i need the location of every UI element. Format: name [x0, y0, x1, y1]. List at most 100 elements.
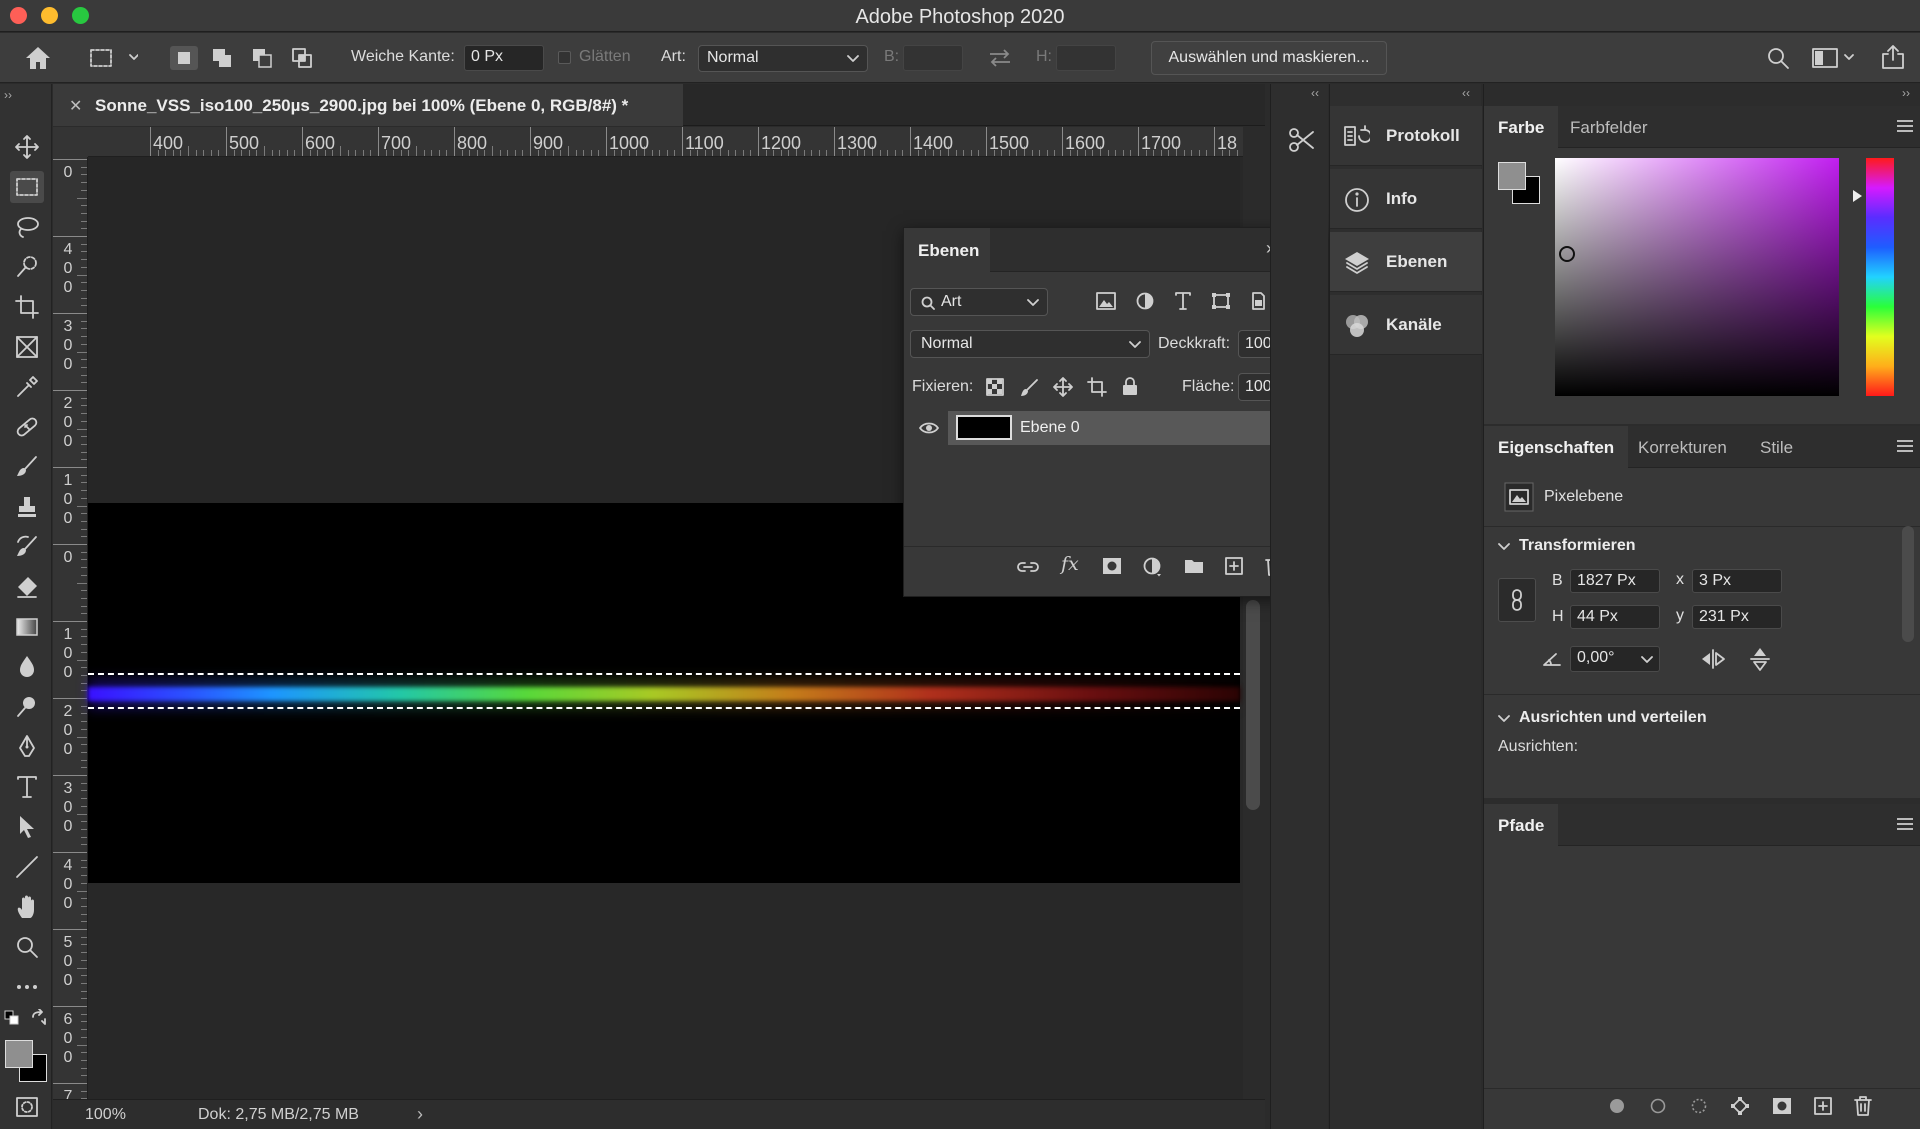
- chevron-down-icon[interactable]: [1498, 542, 1510, 552]
- frame-tool-icon[interactable]: [10, 331, 44, 363]
- clone-stamp-tool-icon[interactable]: [10, 491, 44, 523]
- width-field[interactable]: 1827 Px: [1570, 569, 1660, 593]
- brush-tool-icon[interactable]: [10, 451, 44, 483]
- quick-mask-icon[interactable]: [10, 1091, 44, 1123]
- flip-vertical-icon[interactable]: [1750, 646, 1770, 672]
- panel-button-protokoll[interactable]: Protokoll: [1330, 106, 1482, 166]
- search-icon[interactable]: [1766, 46, 1790, 70]
- align-section-title[interactable]: Ausrichten und verteilen: [1519, 709, 1707, 727]
- tab-farbfelder[interactable]: Farbfelder: [1556, 106, 1661, 148]
- close-document-icon[interactable]: ✕: [69, 96, 82, 116]
- tab-stile[interactable]: Stile: [1746, 426, 1807, 468]
- antialias-checkbox[interactable]: [558, 51, 571, 64]
- add-mask-icon[interactable]: [1772, 1097, 1792, 1115]
- fx-icon[interactable]: fx: [1061, 553, 1079, 575]
- quick-selection-tool-icon[interactable]: [10, 251, 44, 283]
- tab-pfade[interactable]: Pfade: [1484, 804, 1559, 846]
- eye-icon[interactable]: [919, 422, 939, 434]
- document-tab[interactable]: ✕ Sonne_VSS_iso100_250µs_2900.jpg bei 10…: [53, 84, 683, 126]
- make-work-path-icon[interactable]: [1730, 1096, 1750, 1116]
- collapse-panels-icon[interactable]: ‹‹: [1462, 86, 1470, 100]
- filter-shape-icon[interactable]: [1211, 292, 1231, 310]
- path-selection-tool-icon[interactable]: [10, 811, 44, 843]
- layer-filter-select[interactable]: Art: [910, 288, 1048, 316]
- expand-toolbar-icon[interactable]: ››: [4, 88, 12, 102]
- intersect-selection-icon[interactable]: [290, 46, 316, 70]
- color-picker-handle[interactable]: [1559, 246, 1575, 262]
- panel-button-ebenen[interactable]: Ebenen: [1330, 232, 1482, 292]
- lasso-tool-icon[interactable]: [10, 211, 44, 243]
- fill-path-icon[interactable]: [1609, 1098, 1625, 1114]
- subtract-selection-icon[interactable]: [250, 46, 276, 70]
- gradient-tool-icon[interactable]: [10, 611, 44, 643]
- healing-brush-tool-icon[interactable]: [10, 411, 44, 443]
- lock-artboard-icon[interactable]: [1087, 377, 1107, 397]
- link-dimensions-button[interactable]: [1498, 578, 1536, 622]
- more-tools-icon[interactable]: [10, 971, 44, 1003]
- new-layer-icon[interactable]: [1225, 557, 1243, 575]
- filter-pixel-icon[interactable]: [1096, 292, 1116, 310]
- x-field[interactable]: 3 Px: [1692, 569, 1782, 593]
- zoom-level[interactable]: 100%: [85, 1106, 126, 1124]
- new-group-icon[interactable]: [1184, 558, 1204, 574]
- horizontal-ruler[interactable]: 400 500 600 700 800 900 1000 1100 1200 1300 1400 15…: [88, 127, 1243, 157]
- home-icon[interactable]: [24, 45, 52, 71]
- add-mask-icon[interactable]: [1102, 557, 1122, 575]
- tab-farbe[interactable]: Farbe: [1484, 106, 1559, 148]
- expand-dock-icon[interactable]: ››: [1902, 86, 1910, 100]
- color-panel-foreground-swatch[interactable]: [1498, 162, 1526, 190]
- dodge-tool-icon[interactable]: [10, 691, 44, 723]
- new-selection-icon[interactable]: [170, 46, 198, 70]
- link-layers-icon[interactable]: [1017, 558, 1039, 576]
- marquee-preset-icon[interactable]: [88, 45, 138, 71]
- hue-slider-handle[interactable]: [1853, 190, 1862, 202]
- lock-position-icon[interactable]: [1053, 377, 1073, 397]
- blend-mode-select[interactable]: Normal: [910, 330, 1150, 358]
- transform-section-title[interactable]: Transformieren: [1519, 537, 1635, 555]
- filter-type-icon[interactable]: [1174, 292, 1192, 310]
- type-tool-icon[interactable]: [10, 771, 44, 803]
- lock-transparent-pixels-icon[interactable]: [986, 378, 1004, 396]
- swap-colors-icon[interactable]: [30, 1009, 48, 1027]
- ruler-corner[interactable]: [53, 127, 88, 157]
- width-input[interactable]: [903, 45, 963, 71]
- crop-tool-icon[interactable]: [10, 291, 44, 323]
- panel-menu-icon[interactable]: [1897, 120, 1913, 132]
- y-field[interactable]: 231 Px: [1692, 605, 1782, 629]
- panel-menu-icon[interactable]: [1897, 440, 1913, 452]
- delete-path-icon[interactable]: [1854, 1096, 1872, 1116]
- workspace-icon[interactable]: [1811, 46, 1855, 70]
- eyedropper-tool-icon[interactable]: [10, 371, 44, 403]
- tab-ebenen[interactable]: Ebenen: [904, 228, 990, 272]
- select-and-mask-button[interactable]: Auswählen und maskieren...: [1151, 41, 1387, 75]
- panel-button-kanaele[interactable]: Kanäle: [1330, 295, 1482, 355]
- history-brush-tool-icon[interactable]: [10, 531, 44, 563]
- pen-tool-icon[interactable]: [10, 731, 44, 763]
- new-adjustment-layer-icon[interactable]: [1143, 557, 1163, 577]
- panel-menu-icon[interactable]: [1897, 818, 1913, 830]
- layer-visibility-cell[interactable]: [908, 411, 948, 445]
- chevron-down-icon[interactable]: [1498, 714, 1510, 724]
- swap-dimensions-icon[interactable]: [987, 47, 1013, 69]
- stroke-path-icon[interactable]: [1650, 1098, 1666, 1114]
- line-tool-icon[interactable]: [10, 851, 44, 883]
- new-path-icon[interactable]: [1814, 1097, 1832, 1115]
- eraser-tool-icon[interactable]: [10, 571, 44, 603]
- move-tool-icon[interactable]: [10, 131, 44, 163]
- lock-image-pixels-icon[interactable]: [1019, 378, 1039, 398]
- rectangular-marquee-tool-icon[interactable]: [10, 171, 44, 203]
- vertical-scrollbar[interactable]: [1246, 600, 1260, 810]
- vertical-ruler[interactable]: 0 400 300 200 100 0 100 200 300 400 500 600 700: [53, 157, 88, 1099]
- style-select[interactable]: Normal: [698, 45, 868, 72]
- color-field[interactable]: [1555, 158, 1839, 396]
- angle-field[interactable]: 0,00°: [1570, 646, 1660, 672]
- collapse-strip-icon[interactable]: ‹‹: [1311, 86, 1319, 100]
- layer-row[interactable]: Ebene 0: [908, 411, 1306, 445]
- panel-button-info[interactable]: Info: [1330, 169, 1482, 229]
- zoom-tool-icon[interactable]: [10, 931, 44, 963]
- tool-presets-icon[interactable]: [1287, 126, 1315, 154]
- tab-eigenschaften[interactable]: Eigenschaften: [1484, 426, 1629, 468]
- filter-smart-object-icon[interactable]: [1249, 292, 1267, 310]
- share-icon[interactable]: [1880, 44, 1906, 70]
- properties-scrollbar[interactable]: [1902, 526, 1914, 642]
